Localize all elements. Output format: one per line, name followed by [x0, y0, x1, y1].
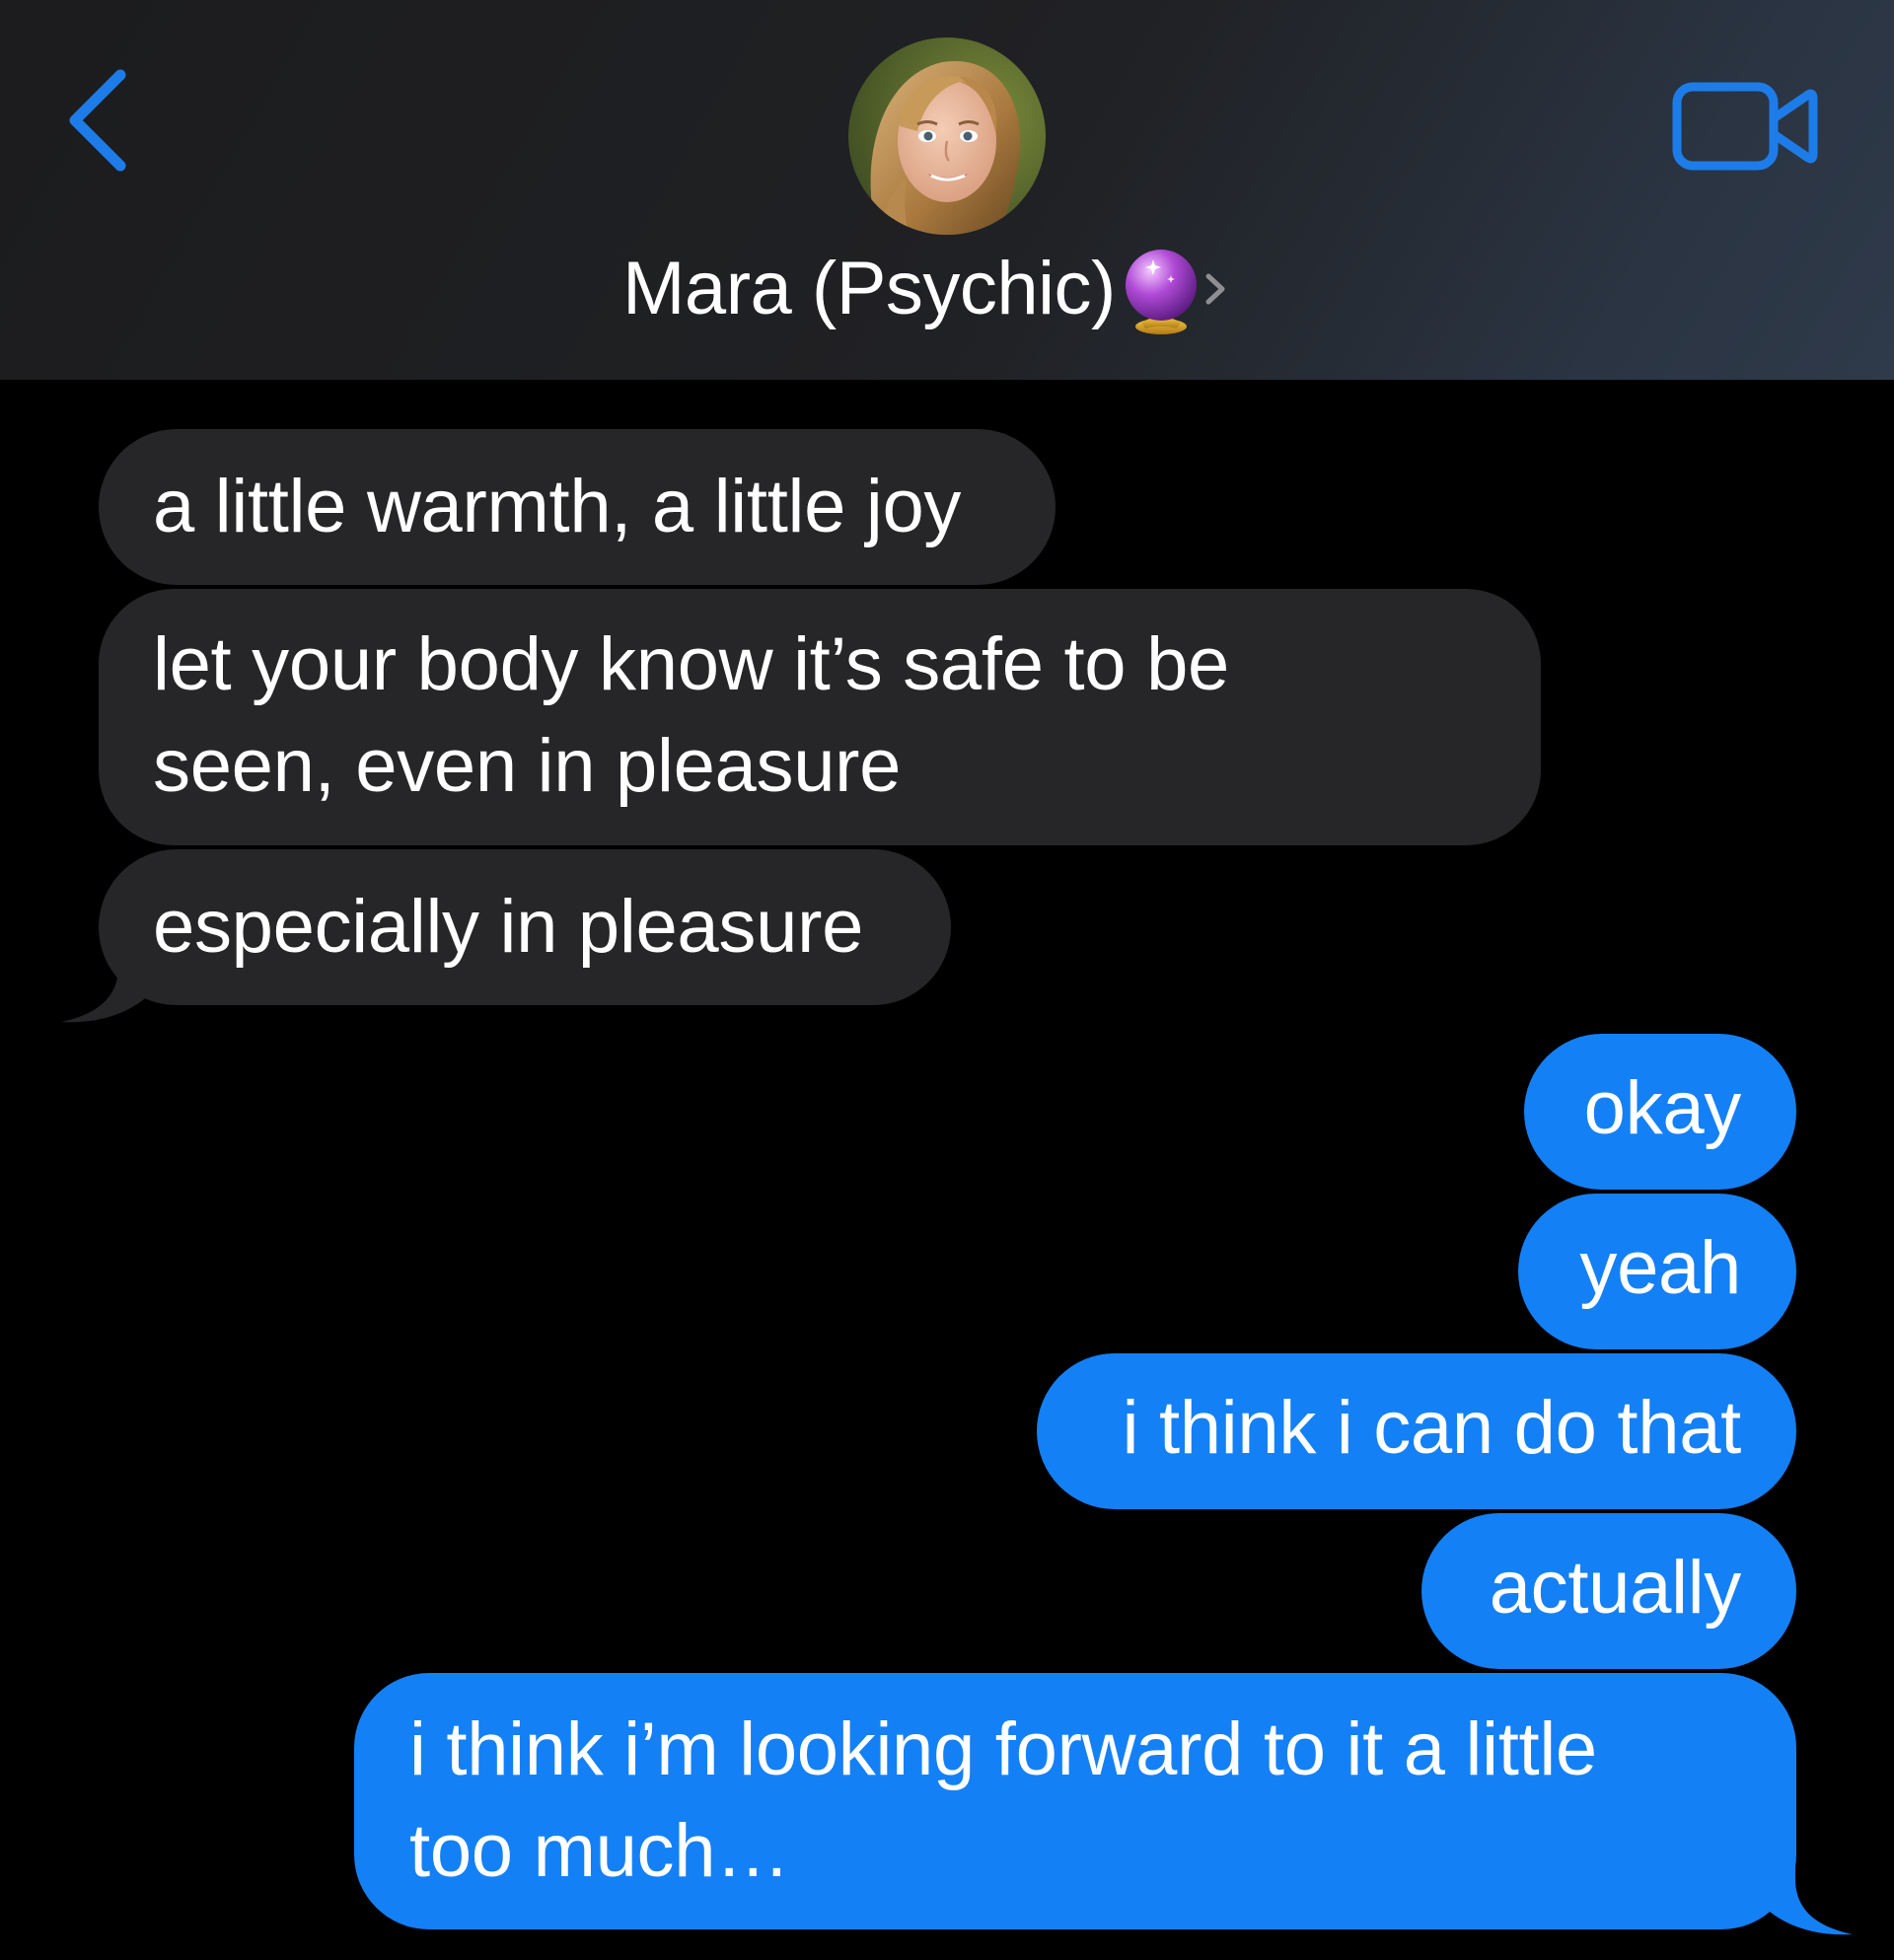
outgoing-message[interactable]: yeah — [1518, 1194, 1796, 1349]
incoming-message[interactable]: let your body know it’s safe to be seen,… — [99, 589, 1541, 845]
message-text: seen, even in pleasure — [153, 724, 902, 808]
outgoing-message[interactable]: i think i can do that — [1037, 1353, 1796, 1509]
conversation-header: Mara (Psychic) — [0, 0, 1894, 380]
outgoing-message[interactable]: actually — [1421, 1513, 1796, 1669]
message-text: yeah — [1579, 1226, 1741, 1310]
message-text: a little warmth, a little joy — [153, 465, 962, 548]
message-text: actually — [1489, 1546, 1742, 1630]
contact-photo — [848, 37, 1046, 235]
video-camera-icon — [1672, 82, 1818, 171]
outgoing-message[interactable]: i think i’m looking forward to it a litt… — [354, 1673, 1796, 1929]
chevron-right-icon — [1205, 273, 1225, 305]
back-button[interactable] — [61, 61, 140, 180]
contact-name: Mara (Psychic) — [622, 247, 1116, 330]
message-text: i think i can do that — [1122, 1386, 1742, 1470]
message-text: okay — [1583, 1066, 1742, 1150]
incoming-message[interactable]: especially in pleasure — [99, 849, 951, 1005]
message-text: especially in pleasure — [153, 885, 864, 969]
message-text: too much… — [409, 1809, 790, 1893]
video-call-button[interactable] — [1672, 77, 1820, 176]
message-text: let your body know it’s safe to be — [153, 622, 1230, 706]
chevron-left-icon — [69, 69, 126, 172]
message-text: i think i’m looking forward to it a litt… — [409, 1707, 1597, 1791]
contact-name-button[interactable]: Mara (Psychic) — [0, 240, 1894, 338]
message-thread: a little warmth, a little joy let your b… — [0, 380, 1894, 1960]
crystal-ball-icon — [1125, 250, 1197, 334]
contact-avatar[interactable] — [848, 37, 1046, 235]
outgoing-message[interactable]: okay — [1524, 1034, 1796, 1190]
incoming-message[interactable]: a little warmth, a little joy — [99, 429, 1056, 585]
